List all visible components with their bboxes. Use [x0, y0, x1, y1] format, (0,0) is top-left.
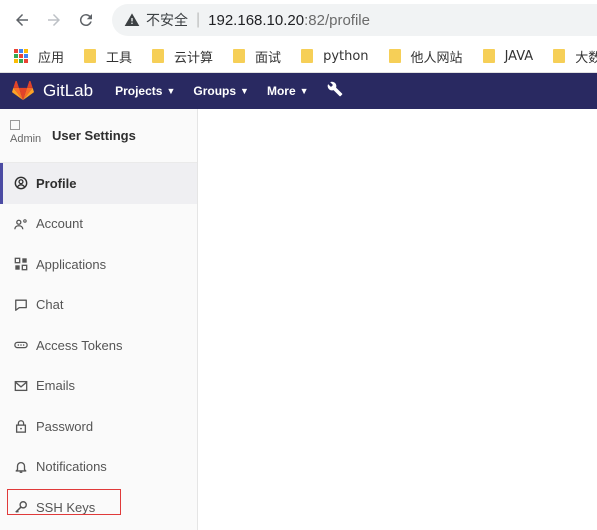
forward-arrow-icon	[48, 14, 60, 26]
more-label: More	[266, 84, 296, 98]
access-tokens-icon	[14, 338, 28, 352]
folder-icon	[553, 49, 566, 63]
warning-icon	[124, 13, 140, 26]
url-host: 192.168.10.20	[208, 11, 305, 29]
sidebar-item-label: Password	[36, 418, 94, 434]
highlight-annotation	[7, 489, 121, 515]
chevron-down-icon: ▼	[240, 86, 249, 96]
avatar-alt-text: Admin	[10, 132, 42, 145]
folder-icon	[84, 49, 97, 63]
folder-icon	[301, 49, 314, 63]
sidebar-item-chat[interactable]: Chat	[0, 285, 197, 326]
sidebar-item-label: Applications	[36, 256, 107, 272]
apps-grid-icon	[14, 49, 28, 63]
folder-icon	[482, 49, 495, 63]
sidebar-item-label: Account	[36, 216, 83, 232]
sidebar-item-password[interactable]: Password	[0, 406, 197, 447]
sidebar-item-notifications[interactable]: Notifications	[0, 447, 197, 488]
sidebar-item-ssh-keys[interactable]: SSH Keys	[0, 487, 197, 528]
sidebar-item-label: Profile	[36, 175, 77, 191]
sidebar-item-label: Notifications	[36, 459, 107, 475]
bookmark-label: 云计算	[174, 50, 214, 66]
browser-toolbar: 不安全 | 192.168.10.20:82/profile	[0, 0, 597, 40]
bookmark-folder[interactable]: JAVA	[482, 48, 534, 64]
forward-button[interactable]	[42, 8, 66, 32]
bookmark-folder[interactable]: python	[301, 48, 369, 64]
bookmark-apps[interactable]: 应用	[14, 47, 64, 66]
bookmarks-bar: 应用 工具 云计算 面试 python 他人网站 JAVA 大数据	[0, 40, 597, 73]
chat-icon	[14, 298, 28, 312]
url-separator: |	[196, 11, 201, 28]
address-bar[interactable]: 不安全 | 192.168.10.20:82/profile	[112, 4, 597, 36]
insecure-label: 不安全	[146, 13, 188, 29]
sidebar-item-applications[interactable]: Applications	[0, 244, 197, 285]
settings-sidebar: Admin User Settings Profile Account Appl…	[0, 109, 198, 530]
profile-icon	[14, 176, 28, 190]
bookmark-label: 面试	[255, 50, 282, 66]
bookmark-folder[interactable]: 他人网站	[388, 47, 463, 66]
folder-icon	[233, 49, 246, 63]
applications-icon	[14, 257, 28, 271]
gitlab-header: GitLab Projects ▼ Groups ▼ More ▼	[0, 73, 597, 109]
groups-label: Groups	[193, 84, 237, 98]
bookmark-label: python	[323, 48, 369, 64]
chevron-down-icon: ▼	[166, 86, 176, 96]
account-icon	[14, 217, 28, 231]
bookmark-label: JAVA	[504, 48, 534, 64]
projects-dropdown[interactable]: Projects ▼	[115, 84, 175, 98]
sidebar-item-label: Chat	[36, 297, 64, 313]
bookmark-label: 工具	[106, 50, 133, 66]
more-dropdown[interactable]: More ▼	[267, 84, 309, 98]
bookmark-folder[interactable]: 云计算	[152, 47, 213, 66]
gitlab-tanuki-icon	[12, 81, 34, 101]
back-button[interactable]	[10, 8, 34, 32]
broken-image-icon	[10, 119, 20, 130]
gitlab-brand: GitLab	[43, 81, 94, 100]
gitlab-logo-link[interactable]: GitLab	[12, 81, 93, 101]
sidebar-item-access-tokens[interactable]: Access Tokens	[0, 325, 197, 366]
reload-icon	[79, 14, 92, 27]
password-icon	[14, 419, 28, 434]
main-layout: Admin User Settings Profile Account Appl…	[0, 109, 597, 530]
wrench-icon	[327, 81, 342, 96]
content-area	[198, 109, 597, 530]
bookmark-folder[interactable]: 面试	[233, 47, 281, 66]
sidebar-item-label: Emails	[36, 378, 76, 394]
sidebar-header[interactable]: Admin User Settings	[0, 109, 197, 163]
bookmark-folder[interactable]: 大数据	[553, 47, 597, 66]
url-path: :82/profile	[304, 11, 370, 29]
bookmark-label: 他人网站	[410, 50, 463, 66]
projects-label: Projects	[115, 84, 163, 98]
sidebar-item-label: Access Tokens	[36, 337, 123, 353]
emails-icon	[14, 379, 28, 393]
bookmark-label: 应用	[38, 50, 65, 66]
back-arrow-icon	[16, 14, 28, 26]
notifications-icon	[14, 460, 28, 474]
groups-dropdown[interactable]: Groups ▼	[193, 84, 249, 98]
reload-button[interactable]	[74, 8, 98, 32]
sidebar-item-emails[interactable]: Emails	[0, 366, 197, 407]
folder-icon	[152, 49, 165, 63]
folder-icon	[388, 49, 401, 63]
bookmark-label: 大数据	[575, 50, 597, 66]
admin-area-link[interactable]	[327, 81, 343, 102]
sidebar-item-profile[interactable]: Profile	[0, 163, 197, 204]
sidebar-item-account[interactable]: Account	[0, 204, 197, 245]
avatar: Admin	[10, 119, 42, 152]
bookmark-folder[interactable]: 工具	[84, 47, 132, 66]
sidebar-title: User Settings	[52, 128, 136, 143]
chevron-down-icon: ▼	[299, 86, 309, 96]
